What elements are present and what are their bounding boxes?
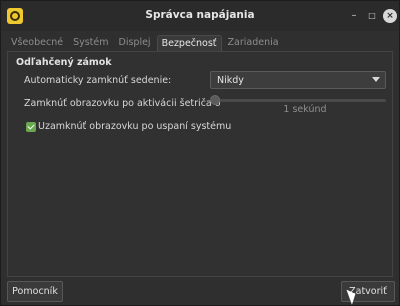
lock-after-saver-label: Zamknúť obrazovku po aktivácii šetriča o: [24, 98, 221, 109]
minimize-icon[interactable]: –: [347, 9, 361, 23]
help-button[interactable]: Pomocník: [7, 281, 63, 302]
tab-general[interactable]: Všeobecné: [7, 35, 67, 51]
lock-on-sleep-label[interactable]: Uzamknúť obrazovku po uspaní systému: [38, 121, 231, 132]
window-title: Správca napájania: [145, 9, 255, 21]
close-icon[interactable]: ×: [383, 9, 397, 23]
section-title-light-locker: Odľahčený zámok: [16, 57, 112, 68]
maximize-icon[interactable]: □: [365, 9, 379, 23]
lock-after-saver-slider-track[interactable]: [214, 99, 386, 102]
tab-security[interactable]: Bezpečnosť: [156, 35, 222, 51]
tab-bar: Všeobecné Systém Displej Bezpečnosť Zari…: [7, 35, 285, 51]
tab-display[interactable]: Displej: [115, 35, 155, 51]
lock-on-sleep-checkbox[interactable]: [26, 122, 36, 132]
chevron-down-icon: [372, 77, 380, 82]
power-manager-window: Správca napájania – □ × Všeobecné Systém…: [0, 0, 400, 306]
auto-lock-dropdown[interactable]: Nikdy: [210, 71, 386, 89]
auto-lock-selected-value: Nikdy: [217, 75, 244, 86]
lock-after-saver-slider-handle[interactable]: [210, 95, 220, 105]
lock-after-saver-value: 1 sekúnd: [283, 104, 327, 115]
auto-lock-label: Automaticky zamknúť sedenie:: [24, 75, 172, 86]
title-bar[interactable]: Správca napájania – □ ×: [1, 1, 399, 31]
tab-devices[interactable]: Zariadenia: [224, 35, 283, 51]
tab-system[interactable]: Systém: [69, 35, 112, 51]
security-panel: Odľahčený zámok Automaticky zamknúť sede…: [7, 51, 393, 277]
